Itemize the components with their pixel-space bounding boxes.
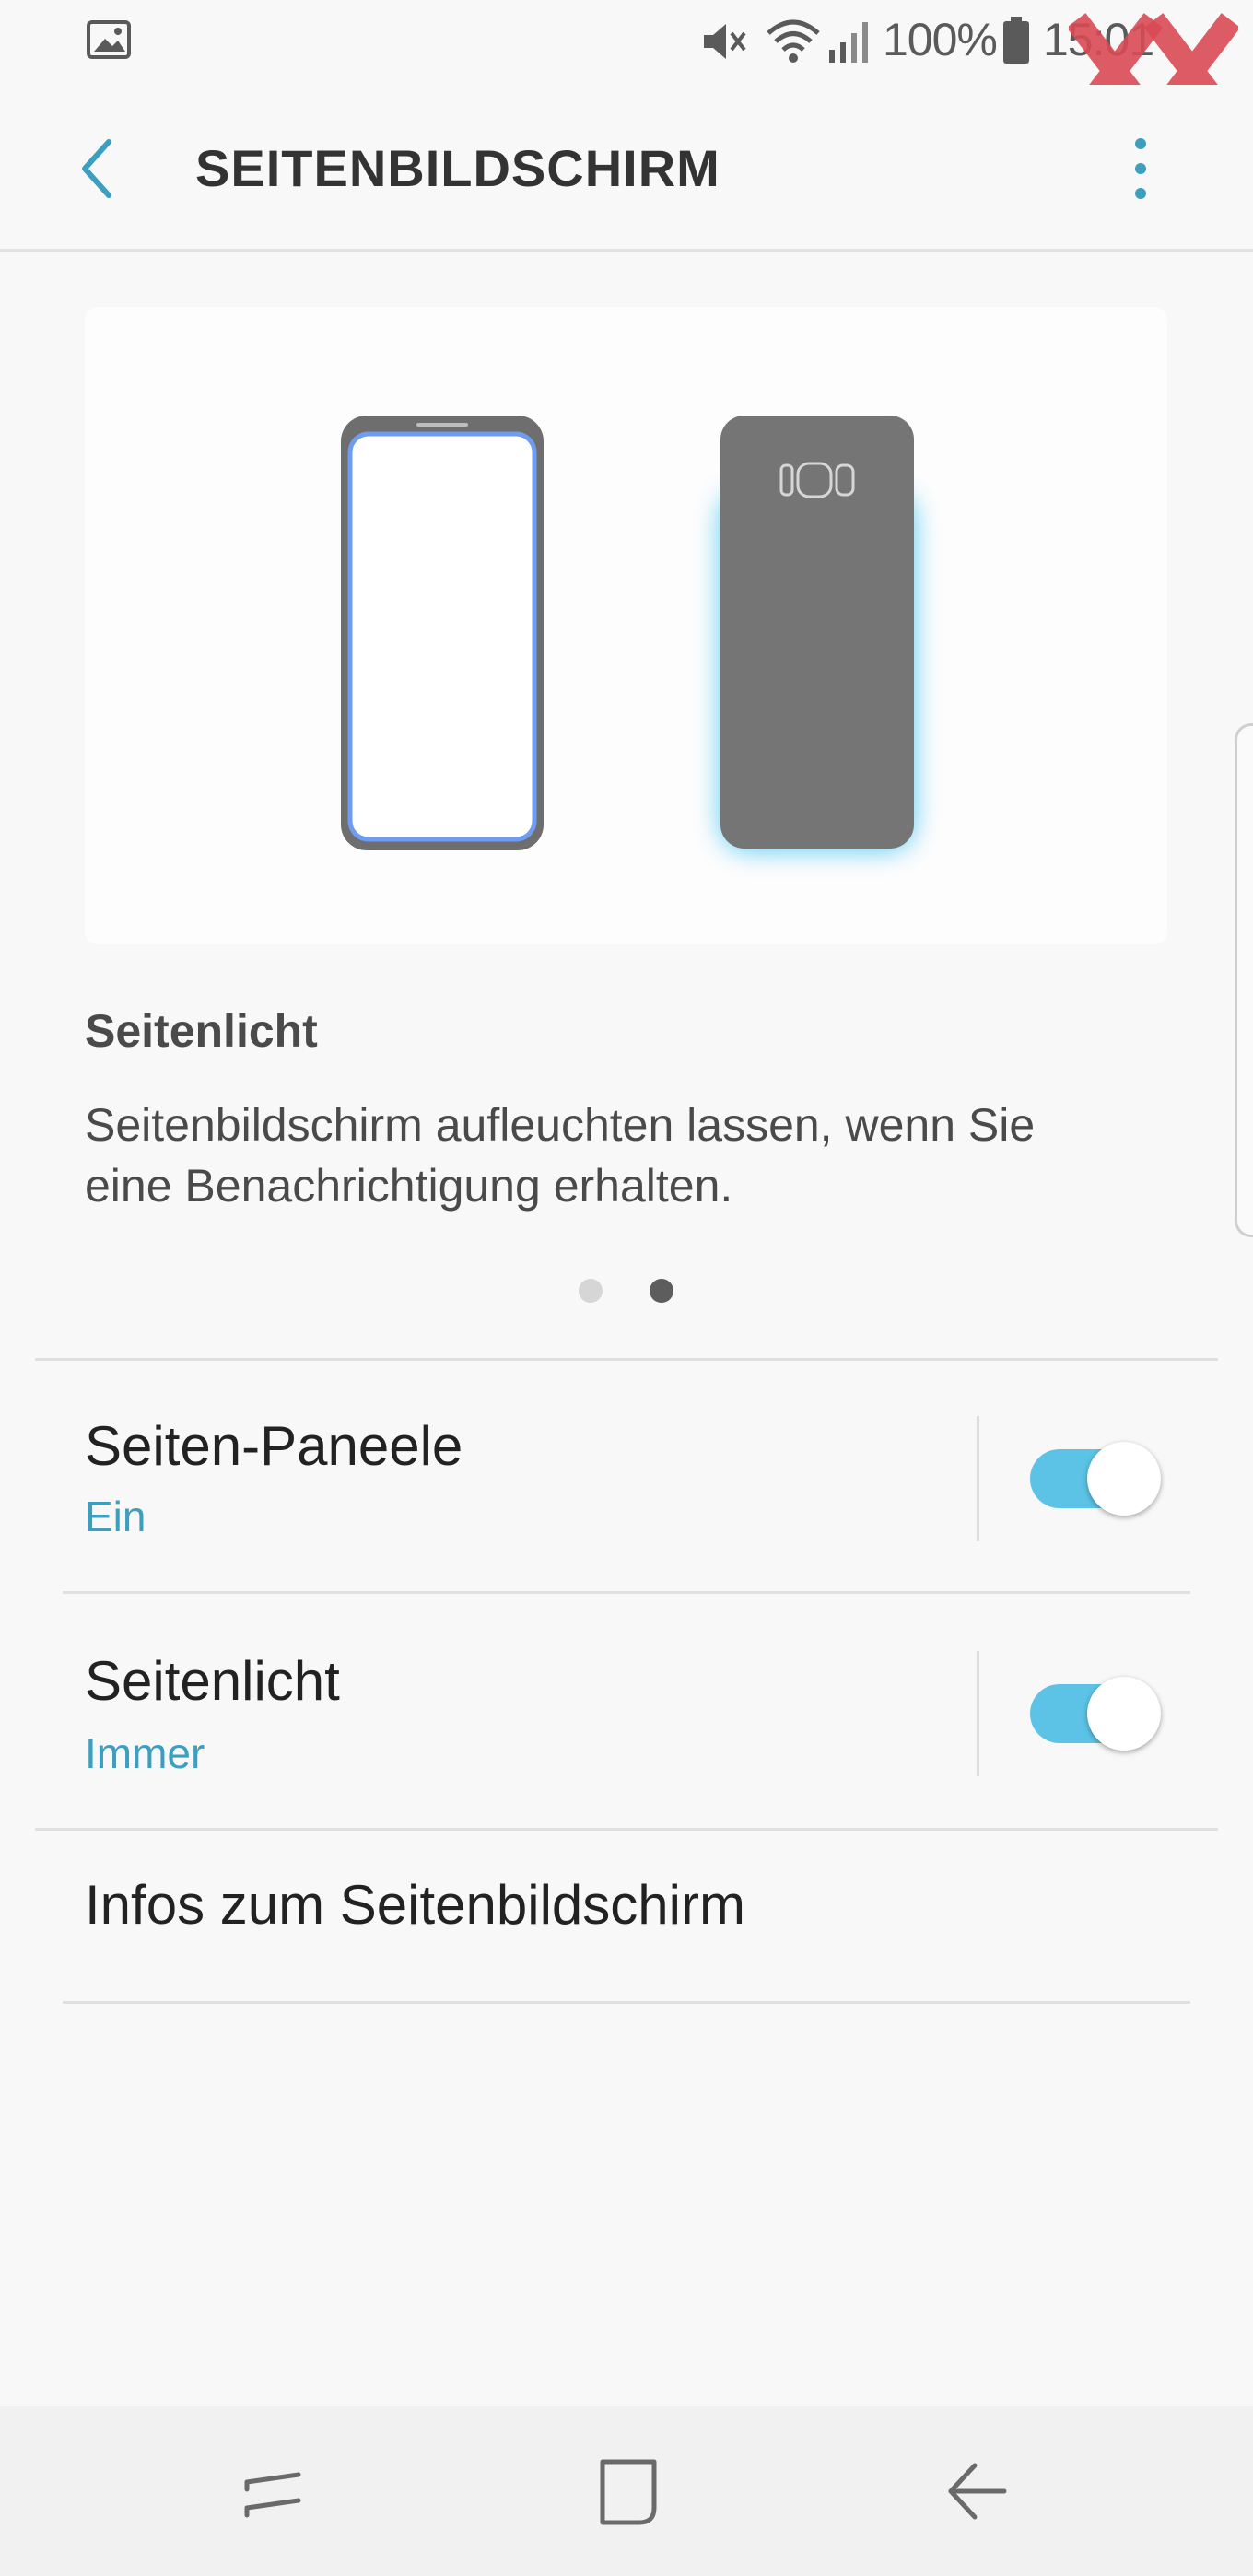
- phone-illustration: [341, 416, 914, 850]
- back-icon[interactable]: [945, 2460, 1010, 2524]
- back-arrow-icon[interactable]: [74, 136, 120, 201]
- page-title: SEITENBILDSCHIRM: [195, 139, 720, 197]
- recents-icon[interactable]: [241, 2462, 306, 2526]
- pager-dot-2-active[interactable]: [650, 1279, 673, 1303]
- mute-icon: [704, 24, 746, 59]
- slide-description-line: eine Benachrichtigung erhalten.: [85, 1160, 733, 1212]
- phone-back-icon: [720, 416, 914, 850]
- navigation-bar: [0, 2406, 1253, 2576]
- setting-status: Ein: [85, 1493, 146, 1540]
- home-icon[interactable]: [595, 2458, 660, 2528]
- slide-description-line: Seitenbildschirm aufleuchten lassen, wen…: [85, 1099, 1036, 1151]
- signal-icon: [829, 22, 868, 63]
- edge-panel-handle[interactable]: [1235, 723, 1253, 1237]
- edge-lighting-illustration: [85, 307, 1167, 944]
- vertical-separator: [977, 1651, 979, 1776]
- divider: [63, 2001, 1190, 2004]
- phone-front-icon: [341, 416, 544, 850]
- setting-row-edge-lighting[interactable]: Seitenlicht Immer: [0, 1594, 1253, 1829]
- side-panels-toggle[interactable]: [1030, 1442, 1161, 1516]
- about-edge-screen-item[interactable]: Infos zum Seitenbildschirm: [0, 1831, 1253, 2001]
- slide-description: Seitenbildschirm aufleuchten lassen, wen…: [85, 1095, 1190, 1216]
- app-header: SEITENBILDSCHIRM: [0, 85, 1253, 252]
- vertical-separator: [977, 1416, 979, 1541]
- setting-row-side-panels[interactable]: Seiten-Paneele Ein: [0, 1361, 1253, 1591]
- toggle-knob: [1087, 1677, 1161, 1751]
- setting-status: Immer: [85, 1729, 205, 1777]
- battery-icon: [1003, 17, 1029, 64]
- toggle-knob: [1087, 1442, 1161, 1516]
- battery-percentage: 100%: [883, 14, 998, 65]
- setting-title: Seitenlicht: [85, 1650, 340, 1712]
- more-vertical-icon[interactable]: [1130, 135, 1152, 203]
- wifi-icon: [767, 19, 820, 63]
- slide-title: Seitenlicht: [85, 1005, 318, 1057]
- setting-title: Seiten-Paneele: [85, 1415, 463, 1477]
- edge-lighting-toggle[interactable]: [1030, 1677, 1161, 1751]
- status-bar: 100% 15:01: [0, 0, 1253, 129]
- pager-dot-1[interactable]: [579, 1279, 603, 1303]
- about-edge-screen-label: Infos zum Seitenbildschirm: [85, 1874, 745, 1936]
- image-icon: [87, 20, 131, 59]
